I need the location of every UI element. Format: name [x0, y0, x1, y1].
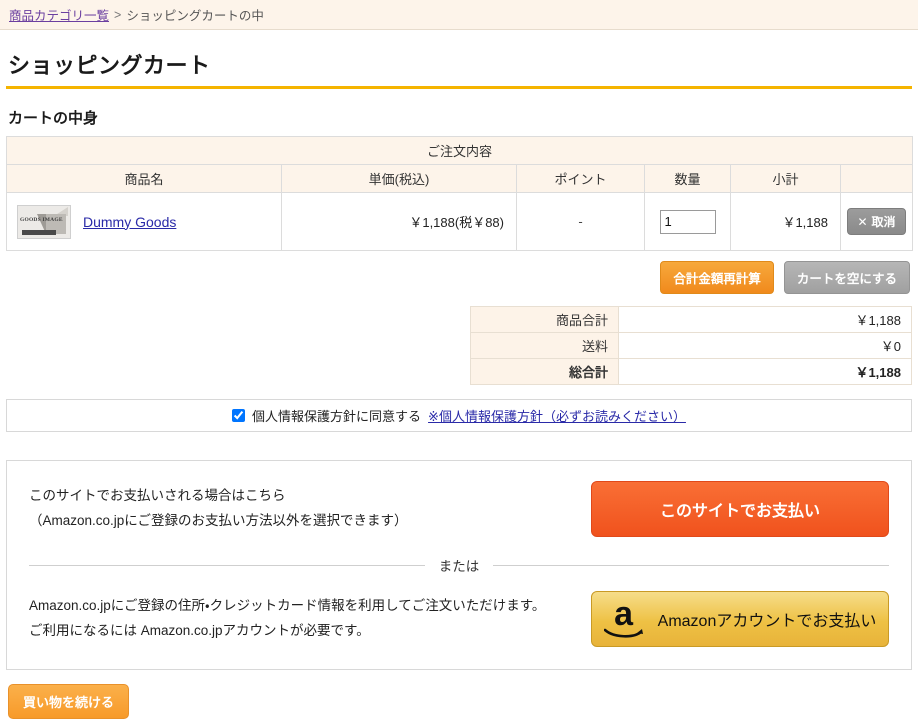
continue-shopping-button[interactable]: 買い物を続ける [8, 684, 129, 719]
site-payment-text: このサイトでお支払いされる場合はこちら （Amazon.co.jpにご登録のお支… [29, 484, 408, 534]
payment-panel: このサイトでお支払いされる場合はこちら （Amazon.co.jpにご登録のお支… [6, 460, 912, 670]
privacy-policy-box: 個人情報保護方針に同意する ※個人情報保護方針（必ずお読みください） [6, 399, 912, 432]
product-name-link[interactable]: Dummy Goods [83, 214, 176, 230]
divider-line-right [493, 565, 889, 566]
privacy-policy-link[interactable]: ※個人情報保護方針（必ずお読みください） [428, 406, 686, 425]
breadcrumb-separator: > [114, 8, 121, 22]
site-payment-row: このサイトでお支払いされる場合はこちら （Amazon.co.jpにご登録のお支… [29, 481, 889, 537]
cart-table: ご注文内容 商品名 単価(税込) ポイント 数量 小計 [6, 136, 913, 251]
totals-label-shipping: 送料 [471, 333, 619, 359]
breadcrumb: 商品カテゴリ一覧 > ショッピングカートの中 [0, 0, 918, 30]
cart-table-wrapper: ご注文内容 商品名 単価(税込) ポイント 数量 小計 [0, 136, 918, 251]
site-payment-line2: （Amazon.co.jpにご登録のお支払い方法以外を選択できます） [29, 509, 408, 534]
breadcrumb-home-link[interactable]: 商品カテゴリ一覧 [9, 5, 109, 24]
totals-value-grand: ￥1,188 [619, 359, 912, 385]
cart-table-header-row: 商品名 単価(税込) ポイント 数量 小計 [7, 165, 913, 193]
cell-unit-price: ￥1,188(税￥88) [282, 193, 517, 251]
cell-points: - [517, 193, 645, 251]
empty-cart-button[interactable]: カートを空にする [784, 261, 910, 294]
column-header-unit-price: 単価(税込) [282, 165, 517, 193]
amazon-pay-label: Amazonアカウントでお支払い [658, 607, 877, 631]
divider-line-left [29, 565, 425, 566]
close-icon: ✕ [857, 215, 867, 229]
totals-label-grand: 総合計 [471, 359, 619, 385]
privacy-policy-checkbox[interactable] [232, 409, 245, 422]
column-header-quantity: 数量 [645, 165, 731, 193]
site-payment-line1: このサイトでお支払いされる場合はこちら [29, 484, 408, 509]
cell-product-name: GOODS IMAGE Dummy Goods [7, 193, 282, 251]
totals-row-items: 商品合計 ￥1,188 [471, 307, 912, 333]
remove-item-label: 取消 [872, 213, 896, 230]
totals-wrapper: 商品合計 ￥1,188 送料 ￥0 総合計 ￥1,188 [0, 294, 918, 385]
amazon-logo-icon: a [604, 599, 644, 639]
amazon-pay-button[interactable]: a Amazonアカウントでお支払い [591, 591, 889, 647]
or-divider: または [29, 555, 889, 575]
totals-value-items: ￥1,188 [619, 307, 912, 333]
column-header-name: 商品名 [7, 165, 282, 193]
column-header-action [841, 165, 913, 193]
page-title: ショッピングカート [8, 48, 918, 80]
title-underline-rule [6, 86, 912, 89]
recalculate-total-button[interactable]: 合計金額再計算 [660, 261, 774, 294]
remove-item-button[interactable]: ✕ 取消 [847, 208, 905, 235]
breadcrumb-current: ショッピングカートの中 [126, 5, 264, 24]
thumbnail-label: GOODS IMAGE [20, 217, 63, 223]
footer-row: 買い物を続ける [0, 670, 918, 719]
amazon-payment-text: Amazon.co.jpにご登録の住所・クレジットカード情報を利用してご注文いた… [29, 594, 545, 644]
cart-table-caption: ご注文内容 [7, 137, 913, 165]
amazon-payment-line2: ご利用になるには Amazon.co.jpアカウントが必要です。 [29, 619, 545, 644]
cell-quantity [645, 193, 731, 251]
totals-row-grand: 総合計 ￥1,188 [471, 359, 912, 385]
totals-row-shipping: 送料 ￥0 [471, 333, 912, 359]
totals-value-shipping: ￥0 [619, 333, 912, 359]
or-label: または [439, 555, 480, 575]
totals-table: 商品合計 ￥1,188 送料 ￥0 総合計 ￥1,188 [470, 306, 912, 385]
amazon-payment-line1: Amazon.co.jpにご登録の住所・クレジットカード情報を利用してご注文いた… [29, 594, 545, 619]
amazon-payment-row: Amazon.co.jpにご登録の住所・クレジットカード情報を利用してご注文いた… [29, 591, 889, 647]
pay-on-site-button[interactable]: このサイトでお支払い [591, 481, 889, 537]
column-header-points: ポイント [517, 165, 645, 193]
totals-label-items: 商品合計 [471, 307, 619, 333]
column-header-subtotal: 小計 [731, 165, 841, 193]
privacy-policy-agree-label: 個人情報保護方針に同意する [252, 406, 421, 425]
cell-action: ✕ 取消 [841, 193, 913, 251]
product-thumbnail-image[interactable]: GOODS IMAGE [17, 205, 71, 239]
section-title-cart-contents: カートの中身 [8, 107, 918, 128]
cart-action-row: 合計金額再計算 カートを空にする [0, 251, 918, 294]
quantity-input[interactable] [660, 210, 716, 234]
cell-subtotal: ￥1,188 [731, 193, 841, 251]
table-row: GOODS IMAGE Dummy Goods ￥1,188(税￥88) - ￥… [7, 193, 913, 251]
